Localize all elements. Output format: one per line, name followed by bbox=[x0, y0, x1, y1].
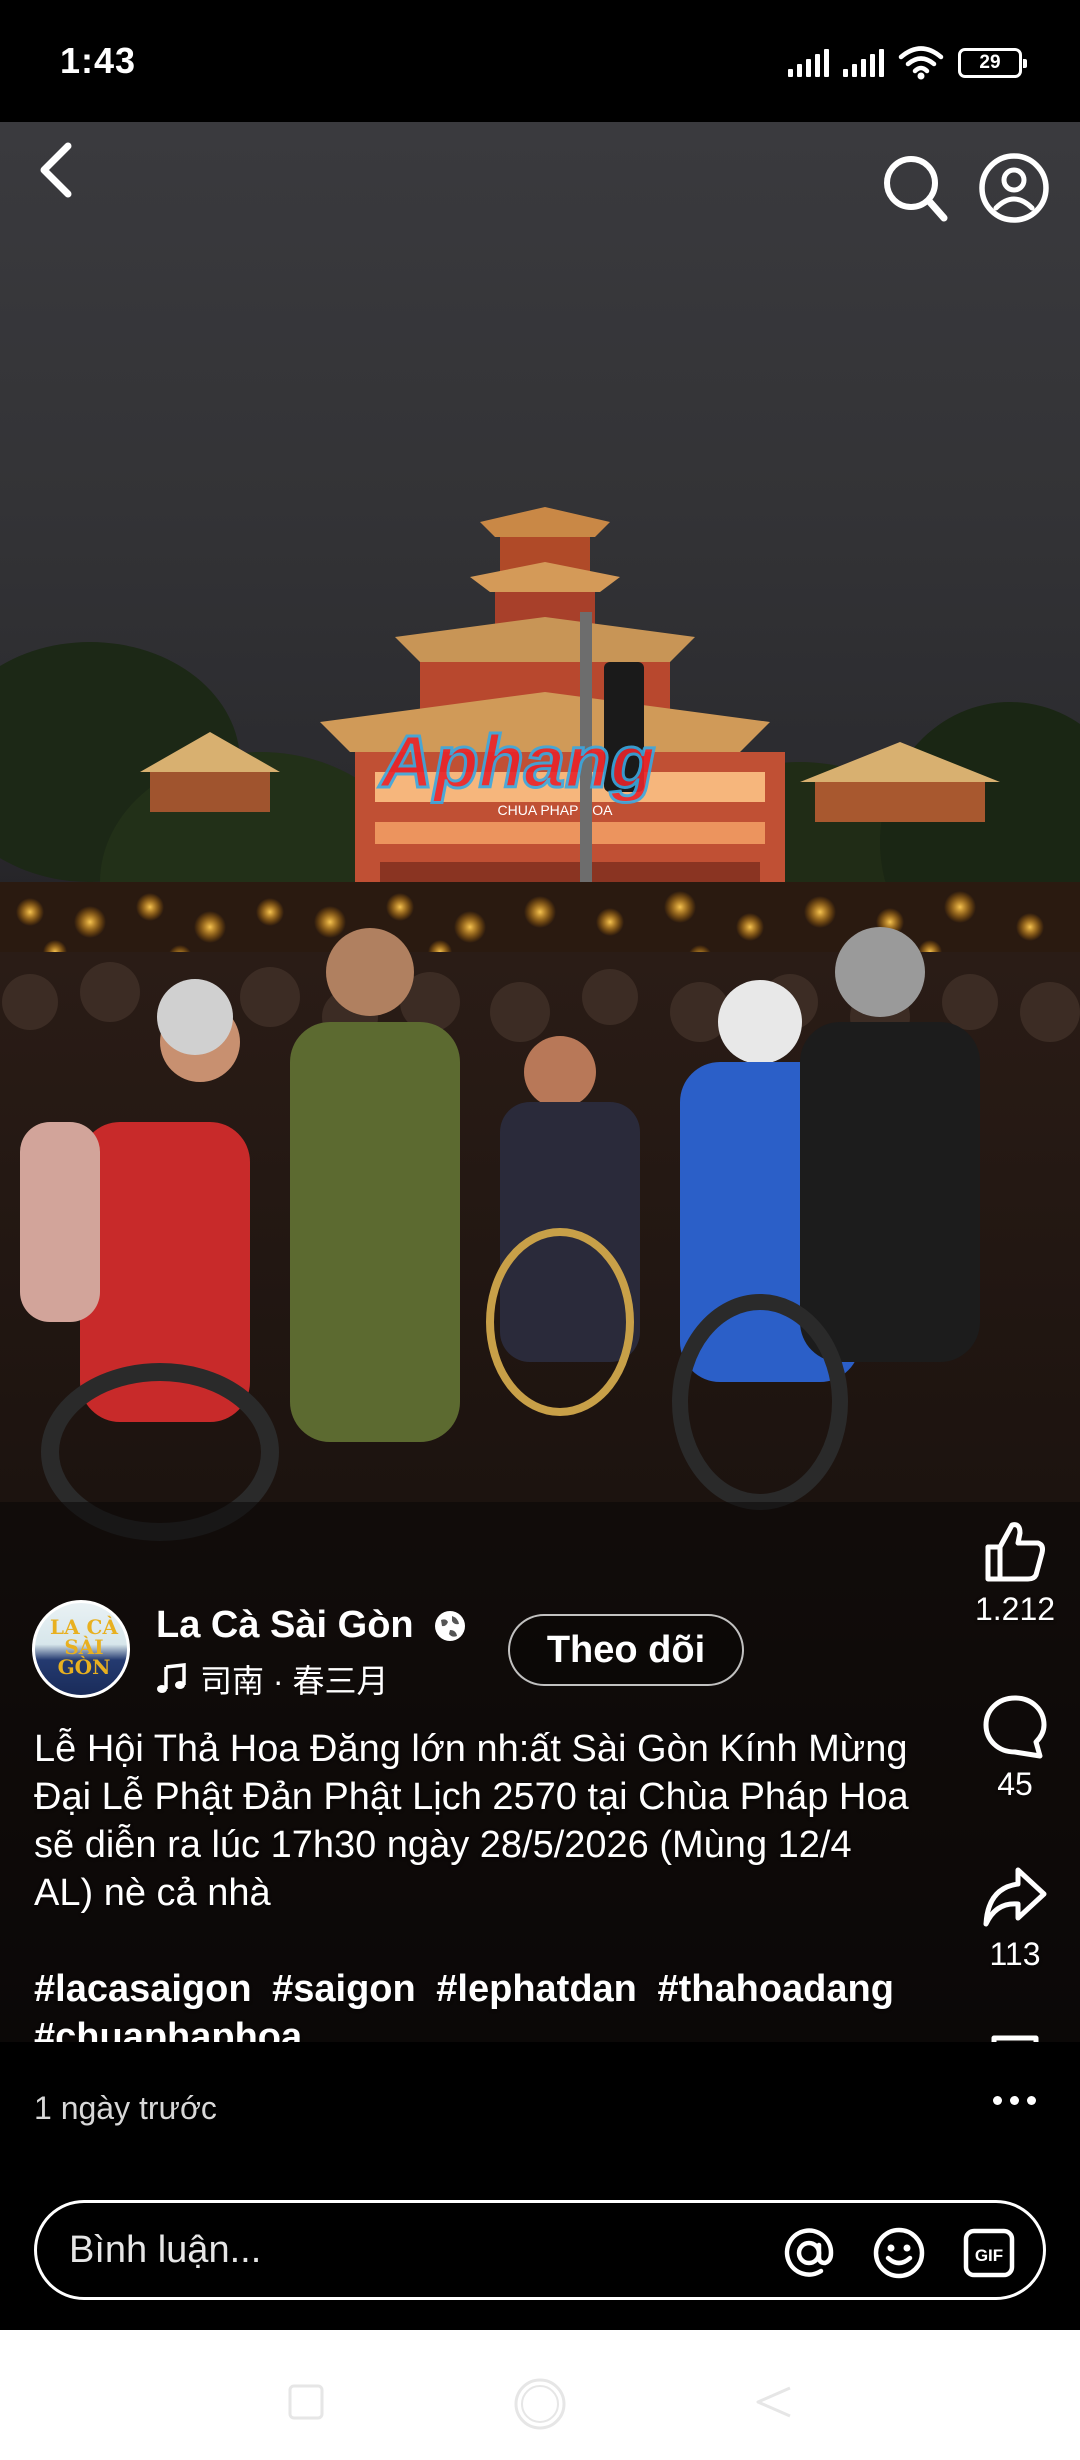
signal-icon bbox=[788, 49, 829, 77]
like-count: 1.212 bbox=[974, 1591, 1056, 1627]
comment-bubble-icon bbox=[983, 1695, 1047, 1759]
thumbs-up-icon bbox=[985, 1522, 1045, 1582]
music-row[interactable]: 司南 · 春三月 bbox=[156, 1656, 388, 1702]
video-player[interactable]: CHUA PHAP HOA Aphang 1.212 45 113 LA CÀ … bbox=[0, 122, 1080, 2042]
post-time: 1 ngày trước bbox=[34, 2090, 217, 2126]
search-icon bbox=[884, 156, 948, 222]
battery-icon: 29 bbox=[958, 48, 1027, 78]
status-bar: 1:43 29 bbox=[0, 0, 1080, 122]
signal-icon bbox=[843, 49, 884, 77]
avatar[interactable]: LA CÀ SÀI GÒN bbox=[32, 1600, 130, 1698]
at-sign-icon[interactable] bbox=[781, 2225, 837, 2281]
status-icons: 29 bbox=[788, 46, 1027, 80]
music-note-icon bbox=[157, 1663, 186, 1693]
back-button[interactable] bbox=[28, 130, 92, 210]
home-icon[interactable] bbox=[512, 2376, 568, 2432]
system-nav-bar bbox=[0, 2330, 1080, 2460]
svg-text:GIF: GIF bbox=[975, 2246, 1003, 2265]
share-button[interactable]: 113 bbox=[960, 1862, 1070, 1973]
comment-count: 45 bbox=[997, 1766, 1033, 1802]
gif-icon[interactable]: GIF bbox=[961, 2225, 1017, 2281]
profile-icon bbox=[979, 153, 1049, 223]
music-title: 司南 · 春三月 bbox=[200, 1663, 389, 1699]
hashtag[interactable]: #lephatdan bbox=[436, 1968, 637, 2010]
smiley-icon[interactable] bbox=[871, 2225, 927, 2281]
follow-button[interactable]: Theo dõi bbox=[508, 1614, 744, 1686]
comment-box[interactable]: GIF bbox=[34, 2200, 1046, 2300]
search-button[interactable] bbox=[880, 150, 952, 226]
dot bbox=[1009, 2095, 1019, 2105]
video-watermark: Aphang bbox=[378, 720, 655, 803]
comment-button[interactable]: 45 bbox=[960, 1692, 1070, 1803]
globe-icon bbox=[435, 1611, 465, 1641]
profile-button[interactable] bbox=[976, 150, 1052, 226]
dot bbox=[1026, 2095, 1036, 2105]
hashtags: #lacasaigon #saigon #lephatdan #thahoada… bbox=[34, 1965, 934, 2042]
share-count: 113 bbox=[989, 1936, 1041, 1972]
recent-apps-icon[interactable] bbox=[286, 2382, 326, 2422]
share-arrow-icon bbox=[983, 1867, 1047, 1927]
hashtag[interactable]: #chuaphaphoa bbox=[34, 2016, 302, 2042]
temple-sign: CHUA PHAP HOA bbox=[498, 802, 614, 818]
avatar-logo: LA CÀ SÀI GÒN bbox=[50, 1615, 118, 1679]
caption[interactable]: Lễ Hội Thả Hoa Đăng lớn nh:ất Sài Gòn Kí… bbox=[34, 1725, 914, 1917]
more-options-button[interactable] bbox=[982, 2082, 1046, 2118]
comment-input[interactable] bbox=[69, 2203, 769, 2297]
dot bbox=[992, 2095, 1002, 2105]
like-button[interactable]: 1.212 bbox=[960, 1517, 1070, 1628]
back-nav-icon[interactable] bbox=[752, 2382, 796, 2422]
hashtag[interactable]: #lacasaigon bbox=[34, 1968, 252, 2010]
save-button[interactable]: 101 bbox=[960, 2032, 1070, 2042]
back-arrow-icon bbox=[40, 142, 72, 198]
author-name[interactable]: La Cà Sài Gòn bbox=[156, 1604, 414, 1647]
bookmark-icon bbox=[991, 2035, 1039, 2042]
status-time: 1:43 bbox=[60, 40, 137, 81]
hashtag[interactable]: #saigon bbox=[272, 1968, 416, 2010]
hashtag[interactable]: #thahoadang bbox=[657, 1968, 893, 2010]
wifi-icon bbox=[898, 46, 944, 80]
